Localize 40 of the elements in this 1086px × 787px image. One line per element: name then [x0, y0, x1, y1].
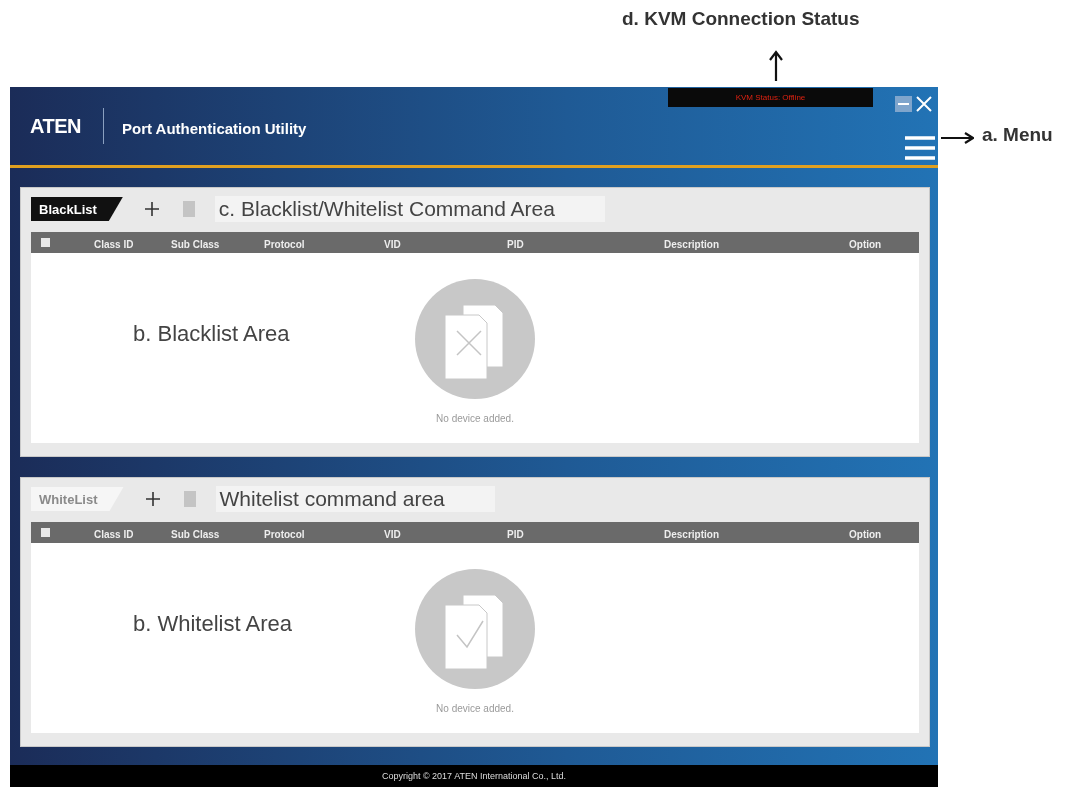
column-header: VID [384, 238, 401, 250]
copyright-footer: Copyright © 2017 ATEN International Co., Ltd. [10, 765, 938, 787]
column-header: Description [664, 528, 719, 540]
empty-message: No device added. [436, 413, 514, 424]
column-header: Sub Class [171, 238, 220, 250]
column-header: Class ID [94, 238, 134, 250]
column-header: PID [507, 238, 524, 250]
column-header: Sub Class [171, 528, 220, 540]
column-header: Option [849, 238, 882, 250]
empty-document-check-icon [415, 569, 535, 689]
list-tab[interactable]: BlackList [31, 197, 123, 221]
menu-icon[interactable] [903, 135, 937, 161]
annotation-label: a. Menu [982, 124, 1053, 146]
annotation-label: Whitelist command area [215, 486, 495, 512]
annotation-label: b. Whitelist Area [133, 611, 292, 637]
trash-icon[interactable] [182, 201, 195, 217]
column-header: PID [507, 528, 524, 540]
annotation-arrow [768, 50, 784, 82]
annotation-label: b. Blacklist Area [133, 321, 290, 347]
annotation-label: c. Blacklist/Whitelist Command Area [214, 196, 605, 222]
column-header: Option [849, 528, 882, 540]
empty-document-x-icon [415, 279, 535, 399]
empty-message: No device added. [436, 703, 514, 714]
column-header: Class ID [94, 528, 134, 540]
close-button[interactable] [915, 95, 933, 113]
column-header: Protocol [264, 528, 305, 540]
window-title: Port Authentication Utility [121, 119, 307, 137]
column-header: Protocol [264, 238, 305, 250]
add-icon[interactable] [143, 490, 162, 508]
kvm-status: KVM Status: Offline [668, 88, 873, 107]
minimize-button[interactable] [895, 96, 912, 112]
select-all-checkbox[interactable] [41, 528, 50, 537]
select-all-checkbox[interactable] [41, 238, 50, 247]
aten-logo: ATEN [30, 114, 81, 138]
add-icon[interactable] [142, 200, 161, 218]
annotation-label: d. KVM Connection Status [622, 8, 860, 30]
trash-icon[interactable] [183, 491, 196, 507]
column-header: VID [384, 528, 401, 540]
annotation-arrow [940, 132, 974, 144]
column-header: Description [664, 238, 719, 250]
